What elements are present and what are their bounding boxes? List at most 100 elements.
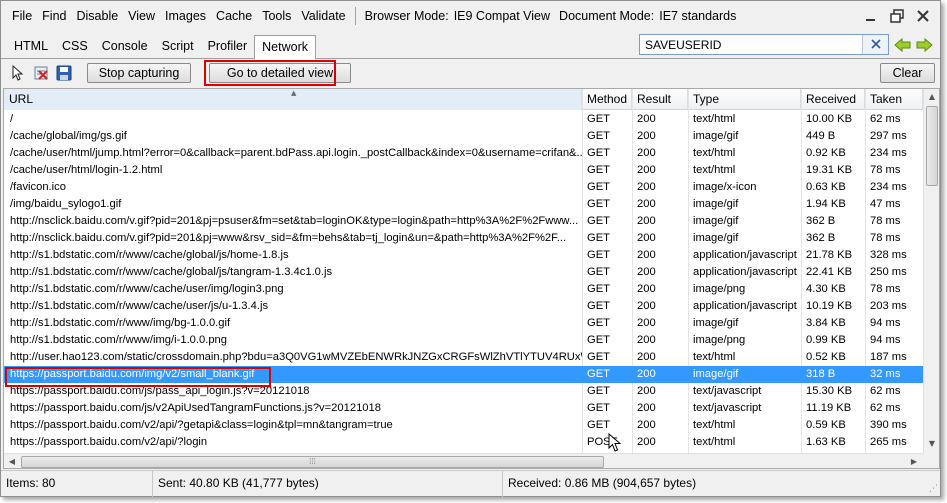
- table-row[interactable]: http://nsclick.baidu.com/v.gif?pid=201&p…: [4, 230, 923, 247]
- received-cell: 449 B: [806, 130, 836, 142]
- url-cell: http://s1.bdstatic.com/r/www/cache/globa…: [10, 249, 289, 261]
- type-cell: image/x-icon: [693, 181, 757, 193]
- clear-entries-icon[interactable]: [33, 65, 49, 81]
- received-cell: 3.84 KB: [806, 317, 846, 329]
- table-row[interactable]: /cache/user/html/login-1.2.html GET 200 tex…: [4, 162, 923, 179]
- table-row-selected[interactable]: https://passport.baidu.com/img/v2/small_…: [4, 366, 923, 383]
- document-mode-menu[interactable]: Document Mode:: [556, 9, 657, 23]
- request-rows: / GET 200 text/html 10.00 KB 62 ms/cache/glob…: [4, 111, 923, 451]
- table-row[interactable]: /cache/global/img/gs.gif GET 200 image/gif 4…: [4, 128, 923, 145]
- browser-mode-menu[interactable]: Browser Mode:: [362, 9, 452, 23]
- url-cell: http://s1.bdstatic.com/r/www/img/bg-1.0.…: [10, 317, 231, 329]
- table-row[interactable]: http://user.hao123.com/static/crossdomai…: [4, 349, 923, 366]
- tab-script[interactable]: Script: [155, 35, 201, 59]
- table-row[interactable]: /cache/user/html/jump.html?error=0&callb…: [4, 145, 923, 162]
- result-cell: 200: [637, 164, 656, 176]
- type-cell: text/html: [693, 147, 736, 159]
- received-cell: 318 B: [806, 368, 836, 380]
- tab-html[interactable]: HTML: [7, 35, 55, 59]
- column-header-taken[interactable]: Taken: [865, 89, 923, 110]
- stop-capturing-button[interactable]: Stop capturing: [87, 63, 191, 83]
- previous-result-icon[interactable]: [894, 37, 912, 53]
- unpin-icon[interactable]: [888, 7, 906, 25]
- url-cell: http://nsclick.baidu.com/v.gif?pid=201&p…: [10, 215, 579, 227]
- document-mode-value[interactable]: IE7 standards: [657, 9, 742, 23]
- table-row[interactable]: /img/baidu_sylogo1.gif GET 200 image/gif 1.9…: [4, 196, 923, 213]
- resize-grip-icon[interactable]: ⋰: [929, 484, 938, 494]
- save-icon[interactable]: [56, 65, 72, 81]
- search-box: [639, 34, 889, 55]
- grid-header: URL ▲ Method Result Type Received Taken: [4, 89, 923, 110]
- horizontal-scrollbar[interactable]: ◀ ⁞⁞⁞ ▶: [4, 453, 923, 468]
- taken-cell: 328 ms: [870, 249, 907, 261]
- result-cell: 200: [637, 198, 656, 210]
- url-cell: http://s1.bdstatic.com/r/www/cache/globa…: [10, 266, 333, 278]
- table-row[interactable]: http://s1.bdstatic.com/r/www/img/bg-1.0.…: [4, 315, 923, 332]
- column-header-method[interactable]: Method: [582, 89, 632, 110]
- clear-button[interactable]: Clear: [880, 63, 935, 83]
- column-header-type[interactable]: Type: [688, 89, 801, 110]
- table-row[interactable]: http://s1.bdstatic.com/r/www/cache/user/…: [4, 281, 923, 298]
- search-input[interactable]: [640, 35, 860, 54]
- scroll-down-icon[interactable]: ▼: [924, 436, 939, 452]
- clear-search-icon[interactable]: [862, 35, 888, 54]
- menu-cache[interactable]: Cache: [211, 9, 257, 23]
- taken-cell: 390 ms: [870, 419, 907, 431]
- type-cell: application/javascript: [693, 249, 797, 261]
- scroll-right-icon[interactable]: ▶: [906, 454, 922, 468]
- menu-images[interactable]: Images: [160, 9, 211, 23]
- url-cell: /favicon.ico: [10, 181, 66, 193]
- menu-find[interactable]: Find: [37, 9, 71, 23]
- received-cell: 21.78 KB: [806, 249, 853, 261]
- table-row[interactable]: https://passport.baidu.com/js/pass_api_l…: [4, 383, 923, 400]
- received-cell: 0.52 KB: [806, 351, 846, 363]
- go-to-detailed-view-button[interactable]: Go to detailed view: [209, 63, 351, 83]
- menu-validate[interactable]: Validate: [296, 9, 350, 23]
- result-cell: 200: [637, 181, 656, 193]
- table-row[interactable]: / GET 200 text/html 10.00 KB 62 ms: [4, 111, 923, 128]
- result-cell: 200: [637, 130, 656, 142]
- result-cell: 200: [637, 215, 656, 227]
- menu-file[interactable]: File: [7, 9, 37, 23]
- method-cell: GET: [587, 215, 610, 227]
- received-cell: 362 B: [806, 215, 836, 227]
- method-cell: GET: [587, 402, 610, 414]
- table-row[interactable]: https://passport.baidu.com/v2/api/?login…: [4, 434, 923, 451]
- tab-network[interactable]: Network: [254, 35, 316, 60]
- result-cell: 200: [637, 266, 656, 278]
- table-row[interactable]: http://nsclick.baidu.com/v.gif?pid=201&p…: [4, 213, 923, 230]
- close-icon[interactable]: [914, 7, 932, 25]
- received-cell: 19.31 KB: [806, 164, 853, 176]
- menu-tools[interactable]: Tools: [257, 9, 296, 23]
- table-row[interactable]: http://s1.bdstatic.com/r/www/img/i-1.0.0…: [4, 332, 923, 349]
- column-header-received[interactable]: Received: [801, 89, 865, 110]
- select-element-icon[interactable]: [10, 64, 26, 81]
- menu-view[interactable]: View: [123, 9, 160, 23]
- vertical-scroll-thumb[interactable]: [926, 106, 938, 186]
- column-header-result[interactable]: Result: [632, 89, 688, 110]
- result-cell: 200: [637, 402, 656, 414]
- method-cell: GET: [587, 283, 610, 295]
- minimize-icon[interactable]: [862, 7, 880, 25]
- next-result-icon[interactable]: [915, 37, 933, 53]
- menu-disable[interactable]: Disable: [71, 9, 123, 23]
- tab-console[interactable]: Console: [95, 35, 155, 59]
- table-row[interactable]: http://s1.bdstatic.com/r/www/cache/globa…: [4, 264, 923, 281]
- table-row[interactable]: http://s1.bdstatic.com/r/www/cache/user/…: [4, 298, 923, 315]
- table-row[interactable]: https://passport.baidu.com/v2/api/?getap…: [4, 417, 923, 434]
- table-row[interactable]: http://s1.bdstatic.com/r/www/cache/globa…: [4, 247, 923, 264]
- table-row[interactable]: /favicon.ico GET 200 image/x-icon 0.63 KB 234…: [4, 179, 923, 196]
- tab-css[interactable]: CSS: [55, 35, 95, 59]
- url-cell: https://passport.baidu.com/v2/api/?login: [10, 436, 208, 448]
- scroll-up-icon[interactable]: ▲: [924, 89, 939, 105]
- scroll-left-icon[interactable]: ◀: [4, 454, 20, 468]
- browser-mode-value[interactable]: IE9 Compat View: [452, 9, 556, 23]
- horizontal-scroll-thumb[interactable]: ⁞⁞⁞: [21, 456, 604, 468]
- vertical-scrollbar[interactable]: ▲ ▼: [923, 89, 939, 453]
- type-cell: text/javascript: [693, 385, 762, 397]
- network-requests-grid: URL ▲ Method Result Type Received Taken …: [3, 88, 940, 469]
- menu-separator: [354, 7, 356, 25]
- table-row[interactable]: https://passport.baidu.com/js/v2ApiUsedT…: [4, 400, 923, 417]
- url-cell: /cache/global/img/gs.gif: [10, 130, 127, 142]
- tab-profiler[interactable]: Profiler: [201, 35, 255, 59]
